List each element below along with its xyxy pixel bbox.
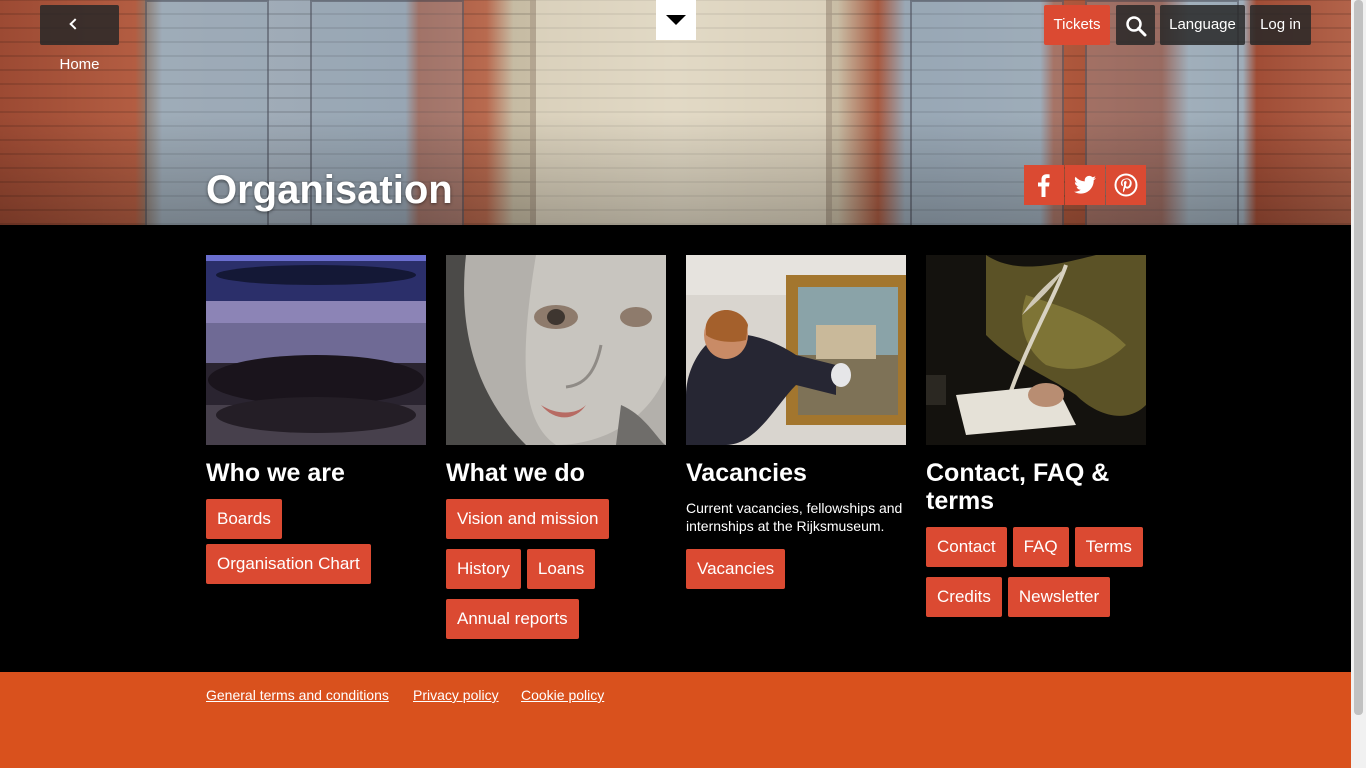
history-link[interactable]: History (446, 549, 521, 589)
terms-link[interactable]: Terms (1074, 527, 1143, 567)
loans-link[interactable]: Loans (526, 549, 596, 589)
login-button[interactable]: Log in (1250, 5, 1311, 45)
share-facebook-button[interactable] (1024, 165, 1064, 205)
section-who-we-are: Who we are Boards Organisation Chart (206, 255, 426, 584)
share-twitter-button[interactable] (1065, 165, 1105, 205)
section-contact-faq-terms: Contact, FAQ & terms Contact FAQ Terms C… (926, 255, 1146, 617)
section-title: Who we are (206, 459, 345, 487)
twitter-icon (1074, 175, 1096, 194)
footer: General terms and conditions Privacy pol… (0, 672, 1351, 768)
home-button[interactable]: Home (40, 5, 119, 73)
sculpture-face-photo[interactable] (446, 255, 666, 445)
vision-and-mission-link[interactable]: Vision and mission (446, 499, 610, 539)
home-button-label: Home (59, 56, 100, 73)
page: Home Tickets Language Log in Organisatio… (0, 0, 1351, 768)
staff-group-photo[interactable] (206, 255, 426, 445)
boards-link[interactable]: Boards (206, 499, 282, 539)
caret-down-icon (666, 15, 686, 25)
section-title: Vacancies (686, 459, 807, 487)
section-links: Vision and mission History Loans Annual … (446, 499, 666, 639)
organisation-chart-link[interactable]: Organisation Chart (206, 544, 371, 584)
section-links: Vacancies (686, 549, 906, 589)
hero-banner: Home Tickets Language Log in Organisatio… (0, 0, 1351, 225)
language-button[interactable]: Language (1160, 5, 1245, 45)
writing-quill-painting[interactable] (926, 255, 1146, 445)
share-pinterest-button[interactable] (1106, 165, 1146, 205)
contact-link[interactable]: Contact (926, 527, 1007, 567)
pinterest-icon (1114, 173, 1138, 197)
section-what-we-do: What we do Vision and mission History Lo… (446, 255, 666, 639)
search-button[interactable] (1116, 5, 1155, 45)
menu-dropdown-button[interactable] (656, 0, 696, 40)
hero-shade (0, 115, 1351, 225)
section-title: What we do (446, 459, 585, 487)
faq-link[interactable]: FAQ (1012, 527, 1069, 567)
facebook-icon (1038, 174, 1050, 197)
section-description: Current vacancies, fellowships and inter… (686, 500, 903, 534)
vertical-scrollbar[interactable] (1351, 0, 1366, 768)
cookie-policy-link[interactable]: Cookie policy (521, 687, 604, 703)
section-vacancies: Vacancies Current vacancies, fellowships… (686, 255, 906, 589)
painting-handler-photo[interactable] (686, 255, 906, 445)
main-content: Who we are Boards Organisation Chart Wha… (0, 225, 1351, 672)
chevron-left-icon (69, 18, 81, 30)
page-title: Organisation (206, 168, 453, 212)
credits-link[interactable]: Credits (926, 577, 1002, 617)
newsletter-link[interactable]: Newsletter (1007, 577, 1111, 617)
section-links: Boards Organisation Chart (206, 499, 426, 584)
privacy-policy-link[interactable]: Privacy policy (413, 687, 499, 703)
general-terms-link[interactable]: General terms and conditions (206, 687, 389, 703)
tickets-button[interactable]: Tickets (1044, 5, 1110, 45)
scrollbar-thumb[interactable] (1354, 0, 1363, 715)
annual-reports-link[interactable]: Annual reports (446, 599, 579, 639)
section-links: Contact FAQ Terms Credits Newsletter (926, 527, 1146, 617)
section-title: Contact, FAQ & terms (926, 459, 1110, 515)
vacancies-link[interactable]: Vacancies (686, 549, 786, 589)
search-icon (1126, 16, 1147, 37)
